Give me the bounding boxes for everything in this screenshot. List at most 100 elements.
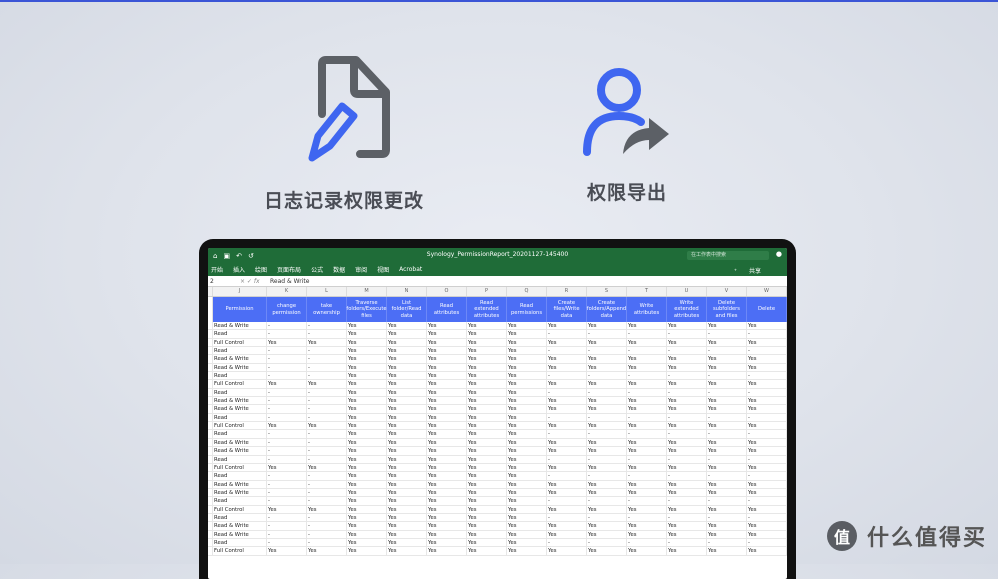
table-cell[interactable]: -: [267, 538, 307, 548]
table-cell[interactable]: Yes: [427, 513, 467, 523]
table-cell[interactable]: -: [667, 413, 707, 423]
table-cell[interactable]: -: [307, 397, 347, 406]
table-cell[interactable]: Full Control: [213, 338, 267, 348]
menu-insert[interactable]: 插入: [233, 265, 245, 274]
table-cell[interactable]: Yes: [707, 422, 747, 431]
table-cell[interactable]: -: [667, 347, 707, 356]
table-cell[interactable]: Yes: [267, 463, 307, 473]
formula-input[interactable]: Read & Write: [270, 278, 309, 285]
table-cell[interactable]: Yes: [347, 530, 387, 539]
table-cell[interactable]: Yes: [427, 355, 467, 364]
header-cell[interactable]: Permission: [213, 297, 267, 322]
header-cell[interactable]: take ownership: [307, 297, 347, 322]
table-cell[interactable]: Yes: [387, 355, 427, 364]
table-cell[interactable]: Yes: [267, 547, 307, 556]
table-cell[interactable]: Yes: [467, 413, 507, 423]
table-cell[interactable]: -: [307, 522, 347, 531]
table-cell[interactable]: Yes: [427, 438, 467, 448]
table-cell[interactable]: Yes: [547, 522, 587, 531]
table-cell[interactable]: Yes: [507, 438, 547, 448]
table-cell[interactable]: -: [667, 497, 707, 506]
menu-page-layout[interactable]: 页面布局: [277, 265, 301, 274]
table-cell[interactable]: -: [707, 413, 747, 423]
table-cell[interactable]: Yes: [347, 480, 387, 489]
table-cell[interactable]: Yes: [307, 380, 347, 389]
table-cell[interactable]: Yes: [667, 405, 707, 414]
table-cell[interactable]: -: [267, 355, 307, 364]
table-cell[interactable]: Yes: [587, 488, 627, 498]
table-cell[interactable]: Yes: [347, 338, 387, 348]
table-cell[interactable]: Yes: [427, 547, 467, 556]
table-cell[interactable]: Yes: [507, 538, 547, 548]
table-cell[interactable]: Yes: [627, 547, 667, 556]
table-cell[interactable]: Yes: [507, 347, 547, 356]
table-cell[interactable]: Yes: [347, 405, 387, 414]
table-cell[interactable]: Yes: [467, 472, 507, 481]
table-cell[interactable]: -: [547, 388, 587, 398]
table-cell[interactable]: Yes: [547, 380, 587, 389]
menu-draw[interactable]: 绘图: [255, 265, 267, 274]
table-cell[interactable]: Yes: [347, 363, 387, 373]
table-cell[interactable]: Yes: [507, 455, 547, 464]
header-cell[interactable]: Delete subfolders and files: [707, 297, 747, 322]
table-cell[interactable]: Yes: [427, 405, 467, 414]
table-cell[interactable]: Yes: [507, 405, 547, 414]
table-cell[interactable]: Yes: [427, 430, 467, 439]
table-cell[interactable]: Yes: [387, 380, 427, 389]
table-cell[interactable]: Yes: [387, 347, 427, 356]
table-cell[interactable]: Yes: [507, 413, 547, 423]
table-cell[interactable]: Yes: [507, 497, 547, 506]
table-cell[interactable]: -: [627, 472, 667, 481]
table-cell[interactable]: Yes: [467, 422, 507, 431]
table-cell[interactable]: Yes: [547, 447, 587, 456]
table-cell[interactable]: Yes: [467, 522, 507, 531]
table-cell[interactable]: Yes: [507, 330, 547, 339]
table-cell[interactable]: Yes: [747, 405, 787, 414]
table-cell[interactable]: Yes: [467, 547, 507, 556]
table-cell[interactable]: Yes: [427, 505, 467, 514]
column-letter[interactable]: V: [707, 287, 747, 296]
table-cell[interactable]: Yes: [507, 488, 547, 498]
table-cell[interactable]: Yes: [747, 505, 787, 514]
table-cell[interactable]: Yes: [347, 430, 387, 439]
table-cell[interactable]: Yes: [467, 513, 507, 523]
table-cell[interactable]: Yes: [507, 355, 547, 364]
column-letter[interactable]: S: [587, 287, 627, 296]
table-cell[interactable]: Yes: [467, 430, 507, 439]
table-cell[interactable]: Yes: [387, 405, 427, 414]
table-cell[interactable]: -: [307, 372, 347, 381]
table-cell[interactable]: Yes: [587, 322, 627, 331]
table-cell[interactable]: Yes: [467, 355, 507, 364]
table-cell[interactable]: -: [747, 330, 787, 339]
table-cell[interactable]: Read: [213, 330, 267, 339]
table-cell[interactable]: -: [267, 497, 307, 506]
table-cell[interactable]: -: [307, 455, 347, 464]
table-cell[interactable]: -: [587, 455, 627, 464]
table-cell[interactable]: -: [707, 513, 747, 523]
table-cell[interactable]: Yes: [547, 488, 587, 498]
table-cell[interactable]: Yes: [747, 363, 787, 373]
table-cell[interactable]: -: [267, 455, 307, 464]
table-cell[interactable]: Yes: [587, 530, 627, 539]
table-cell[interactable]: Yes: [667, 397, 707, 406]
header-cell[interactable]: Read permissions: [507, 297, 547, 322]
column-letter[interactable]: W: [747, 287, 787, 296]
table-cell[interactable]: -: [627, 538, 667, 548]
table-cell[interactable]: -: [267, 405, 307, 414]
table-cell[interactable]: Yes: [587, 355, 627, 364]
table-cell[interactable]: Yes: [507, 505, 547, 514]
table-cell[interactable]: Yes: [467, 530, 507, 539]
table-cell[interactable]: Yes: [587, 380, 627, 389]
table-cell[interactable]: Yes: [707, 355, 747, 364]
table-cell[interactable]: Yes: [507, 380, 547, 389]
table-cell[interactable]: Yes: [347, 505, 387, 514]
table-cell[interactable]: -: [267, 522, 307, 531]
table-cell[interactable]: Yes: [707, 338, 747, 348]
table-cell[interactable]: Yes: [747, 438, 787, 448]
table-cell[interactable]: -: [307, 363, 347, 373]
table-cell[interactable]: -: [267, 372, 307, 381]
table-cell[interactable]: -: [307, 330, 347, 339]
table-cell[interactable]: Yes: [387, 413, 427, 423]
table-cell[interactable]: Yes: [467, 380, 507, 389]
header-cell[interactable]: Traverse folders/Execute files: [346, 297, 387, 322]
